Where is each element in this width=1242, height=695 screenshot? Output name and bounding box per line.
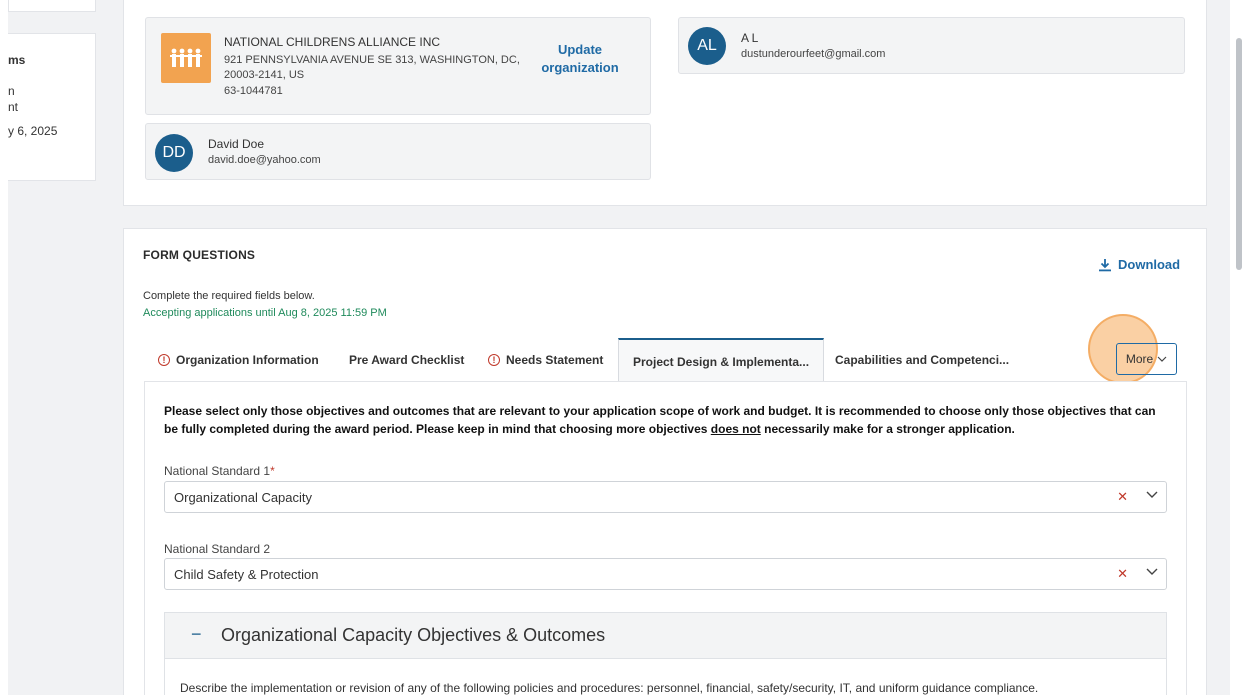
tab-label: Organization Information: [176, 353, 319, 367]
chevron-down-icon[interactable]: [1146, 567, 1158, 579]
update-organization-link[interactable]: Update organization: [531, 41, 629, 77]
warning-icon: !: [158, 354, 170, 366]
organization-box: NATIONAL CHILDRENS ALLIANCE INC 921 PENN…: [145, 17, 651, 115]
notice-text: necessarily make for a stronger applicat…: [760, 422, 1015, 436]
update-organization-label: Update: [557, 42, 603, 57]
accepting-deadline: Accepting applications until Aug 8, 2025…: [143, 307, 387, 319]
chevron-down-icon[interactable]: [1146, 490, 1158, 502]
organization-logo: [161, 33, 211, 83]
avatar: AL: [688, 27, 726, 65]
tab-label: Capabilities and Competenci...: [835, 353, 1010, 367]
select-value: Child Safety & Protection: [174, 567, 319, 582]
national-standard-1-label: National Standard 1*: [164, 464, 275, 478]
tab-pre-award-checklist[interactable]: Pre Award Checklist: [349, 338, 464, 382]
national-standard-2-select[interactable]: Child Safety & Protection ✕: [164, 558, 1167, 590]
organization-ein: 63-1044781: [224, 85, 283, 97]
download-label: Download: [1118, 257, 1181, 272]
objectives-notice: Please select only those objectives and …: [164, 402, 1164, 438]
applicant-email: dustunderourfeet@gmail.com: [741, 48, 886, 60]
update-organization-label: organization: [541, 60, 619, 75]
accordion-title: Organizational Capacity Objectives & Out…: [221, 625, 606, 645]
left-card-top: [8, 0, 96, 12]
form-title: FORM QUESTIONS: [143, 248, 256, 262]
applicant-name: A L: [741, 31, 759, 45]
left-sidebar-line: n: [8, 84, 15, 98]
accordion-description: Describe the implementation or revision …: [180, 681, 1039, 695]
chevron-down-icon: [1157, 356, 1167, 362]
scrollbar-thumb[interactable]: [1236, 38, 1242, 270]
clear-icon[interactable]: ✕: [1117, 566, 1128, 582]
contact-name: David Doe: [208, 137, 265, 151]
more-tabs-button[interactable]: More: [1116, 343, 1177, 375]
warning-icon: !: [488, 354, 500, 366]
people-icon: [170, 48, 202, 67]
tab-label: Project Design & Implementa...: [633, 354, 810, 369]
left-sidebar-card: ms n nt y 6, 2025: [8, 33, 96, 181]
left-edge: [0, 0, 8, 695]
tab-needs-statement[interactable]: ! Needs Statement: [488, 338, 603, 382]
tab-capabilities[interactable]: Capabilities and Competenci...: [835, 338, 1009, 382]
applicant-user-box: AL A L dustunderourfeet@gmail.com: [678, 17, 1185, 74]
accordion-header[interactable]: − Organizational Capacity Objectives & O…: [165, 613, 1166, 659]
form-questions-card: FORM QUESTIONS Download Complete the req…: [123, 228, 1207, 695]
notice-emphasis: does not: [710, 422, 761, 436]
organization-address: 20003-2141, US: [224, 69, 305, 81]
clear-icon[interactable]: ✕: [1117, 489, 1128, 505]
field-label-text: National Standard 1: [164, 464, 271, 478]
tab-content-panel: Please select only those objectives and …: [144, 381, 1187, 695]
download-icon: [1099, 258, 1111, 271]
required-marker: *: [270, 464, 275, 478]
left-sidebar-date: y 6, 2025: [8, 124, 58, 138]
national-standard-2-label: National Standard 2: [164, 542, 271, 556]
left-sidebar-title: ms: [8, 53, 26, 67]
more-label: More: [1125, 352, 1154, 366]
download-button[interactable]: Download: [1098, 257, 1180, 272]
select-value: Organizational Capacity: [174, 490, 313, 505]
tab-project-design[interactable]: Project Design & Implementa...: [618, 338, 825, 383]
collapse-icon[interactable]: −: [191, 624, 202, 645]
left-sidebar-line: nt: [8, 100, 19, 114]
objectives-accordion: − Organizational Capacity Objectives & O…: [164, 612, 1167, 695]
tab-label: Pre Award Checklist: [349, 353, 465, 367]
contact-email: david.doe@yahoo.com: [208, 154, 321, 166]
national-standard-1-select[interactable]: Organizational Capacity ✕: [164, 481, 1167, 513]
avatar: DD: [155, 134, 193, 172]
contact-box: DD David Doe david.doe@yahoo.com: [145, 123, 651, 180]
tab-organization-information[interactable]: ! Organization Information: [158, 338, 319, 382]
form-instructions: Complete the required fields below.: [143, 290, 315, 302]
organization-name: NATIONAL CHILDRENS ALLIANCE INC: [224, 35, 441, 49]
organization-address: 921 PENNSYLVANIA AVENUE SE 313, WASHINGT…: [224, 54, 520, 66]
tab-label: Needs Statement: [506, 353, 604, 367]
form-tabs: ! Organization Information Pre Award Che…: [144, 338, 1186, 383]
